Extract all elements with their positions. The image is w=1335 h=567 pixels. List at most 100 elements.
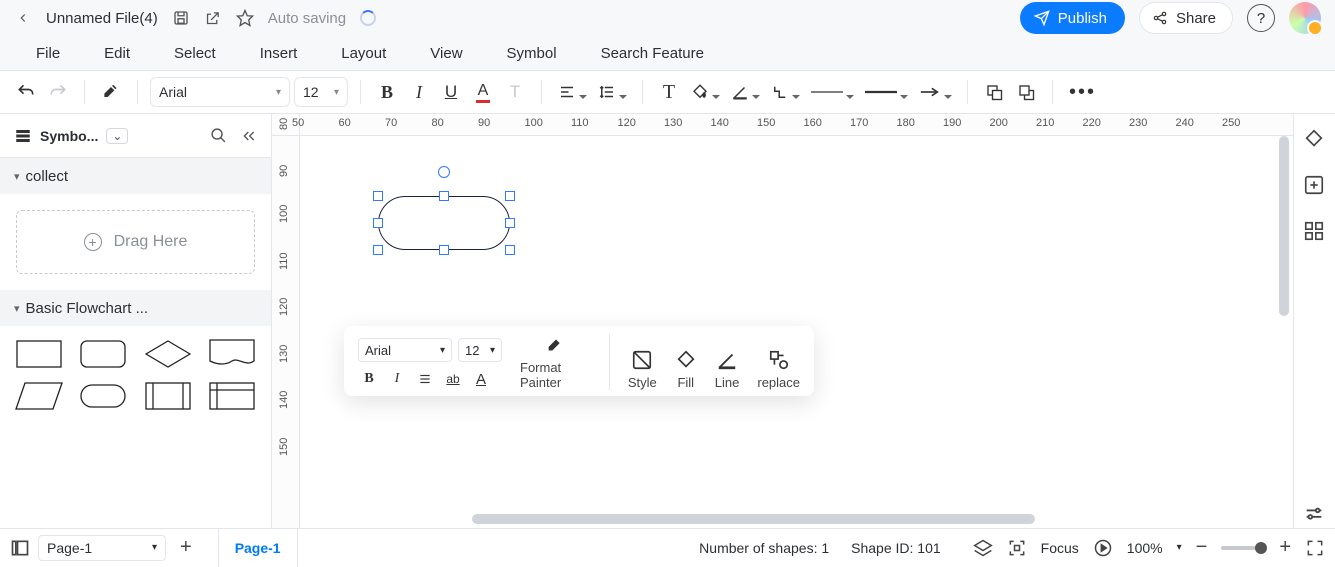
page-tab[interactable]: Page-1	[218, 529, 298, 567]
shape-data[interactable]	[12, 380, 66, 412]
bold-button[interactable]: B	[373, 77, 401, 107]
rotate-handle[interactable]	[438, 166, 450, 178]
resize-handle-nw[interactable]	[373, 191, 383, 201]
float-style[interactable]: Style	[628, 349, 657, 390]
menu-file[interactable]: File	[36, 45, 60, 62]
selected-shape[interactable]	[378, 196, 510, 250]
zoom-out-button[interactable]: −	[1196, 536, 1208, 559]
float-fill[interactable]: Fill	[675, 349, 697, 390]
float-italic-button[interactable]: I	[386, 368, 408, 390]
zoom-slider[interactable]	[1221, 546, 1265, 550]
text-button[interactable]: T	[655, 77, 683, 107]
vertical-ruler[interactable]: 8090100110120130140150	[272, 136, 300, 528]
line-color-button[interactable]	[727, 77, 763, 107]
grid-panel-icon[interactable]	[1303, 220, 1327, 244]
add-page-button[interactable]: +	[174, 536, 198, 559]
shape-rounded-rect[interactable]	[76, 338, 130, 370]
resize-handle-n[interactable]	[439, 191, 449, 201]
align-button[interactable]	[554, 77, 590, 107]
redo-button[interactable]	[44, 77, 72, 107]
section-basic-flowchart[interactable]: ▾Basic Flowchart ...	[0, 290, 271, 326]
file-name[interactable]: Unnamed File(4)	[46, 10, 158, 27]
shape-document[interactable]	[205, 338, 259, 370]
format-painter-button[interactable]	[97, 77, 125, 107]
help-button[interactable]: ?	[1247, 4, 1275, 32]
shape-terminator[interactable]	[76, 380, 130, 412]
back-icon[interactable]	[14, 9, 32, 27]
page-select[interactable]: Page-1 ▾	[38, 535, 166, 561]
menu-symbol[interactable]: Symbol	[507, 45, 557, 62]
layer-front-button[interactable]	[980, 77, 1008, 107]
menu-select[interactable]: Select	[174, 45, 216, 62]
menu-layout[interactable]: Layout	[341, 45, 386, 62]
float-size-select[interactable]: 12▾	[458, 338, 502, 362]
section-collect[interactable]: ▾collect	[0, 158, 271, 194]
more-button[interactable]: •••	[1065, 77, 1100, 107]
float-font-color-button[interactable]: A	[470, 368, 492, 390]
settings-panel-icon[interactable]	[1303, 504, 1327, 528]
resize-handle-w[interactable]	[373, 218, 383, 228]
open-external-icon[interactable]	[204, 9, 222, 27]
float-format-painter[interactable]: Format Painter	[520, 334, 591, 390]
float-bold-button[interactable]: B	[358, 368, 380, 390]
resize-handle-ne[interactable]	[505, 191, 515, 201]
fill-button[interactable]	[687, 77, 723, 107]
drag-here-zone[interactable]: + Drag Here	[16, 210, 255, 274]
font-color-button[interactable]: A	[469, 77, 497, 107]
zoom-label[interactable]: 100%	[1127, 540, 1163, 556]
insert-panel-icon[interactable]	[1303, 174, 1327, 198]
underline-button[interactable]: U	[437, 77, 465, 107]
menu-insert[interactable]: Insert	[260, 45, 298, 62]
undo-button[interactable]	[12, 77, 40, 107]
search-icon[interactable]	[210, 127, 227, 144]
page-select-value: Page-1	[47, 540, 92, 556]
resize-handle-s[interactable]	[439, 245, 449, 255]
resize-handle-sw[interactable]	[373, 245, 383, 255]
menu-view[interactable]: View	[430, 45, 462, 62]
line-spacing-button[interactable]	[594, 77, 630, 107]
resize-handle-e[interactable]	[505, 218, 515, 228]
font-size-select[interactable]: 12 ▾	[294, 77, 348, 107]
menu-edit[interactable]: Edit	[104, 45, 130, 62]
fill-panel-icon[interactable]	[1303, 128, 1327, 152]
divider	[1052, 80, 1053, 104]
menu-search-feature[interactable]: Search Feature	[601, 45, 704, 62]
vertical-scrollbar[interactable]	[1279, 136, 1289, 316]
outline-icon[interactable]	[10, 538, 30, 558]
float-ab-button[interactable]: ab	[442, 368, 464, 390]
fullscreen-icon[interactable]	[1305, 538, 1325, 558]
shape-rectangle[interactable]	[12, 338, 66, 370]
avatar[interactable]	[1289, 2, 1321, 34]
float-align-button[interactable]	[414, 368, 436, 390]
shape-decision[interactable]	[141, 338, 195, 370]
canvas[interactable]: Arial▾ 12▾ B I ab	[300, 136, 1293, 528]
layer-back-button[interactable]	[1012, 77, 1040, 107]
presentation-icon[interactable]	[1093, 538, 1113, 558]
zoom-in-button[interactable]: +	[1279, 536, 1291, 559]
shape-terminator-body[interactable]	[378, 196, 510, 250]
font-select[interactable]: Arial ▾	[150, 77, 290, 107]
layers-icon[interactable]	[973, 538, 993, 558]
connector-button[interactable]	[767, 77, 803, 107]
italic-button[interactable]: I	[405, 77, 433, 107]
horizontal-ruler[interactable]: 5060708090100110120130140150160170180190…	[300, 114, 1293, 136]
shape-internal-storage[interactable]	[205, 380, 259, 412]
clear-format-button[interactable]: T	[501, 77, 529, 107]
focus-select-icon[interactable]	[1007, 538, 1027, 558]
float-line[interactable]: Line	[715, 349, 740, 390]
line-style-button[interactable]	[807, 77, 857, 107]
arrow-style-button[interactable]	[915, 77, 955, 107]
resize-handle-se[interactable]	[505, 245, 515, 255]
shape-predefined[interactable]	[141, 380, 195, 412]
line-weight-button[interactable]	[861, 77, 911, 107]
float-replace[interactable]: replace	[757, 349, 800, 390]
horizontal-scrollbar[interactable]	[472, 514, 1035, 524]
share-button[interactable]: Share	[1139, 2, 1233, 34]
float-font-select[interactable]: Arial▾	[358, 338, 452, 362]
save-icon[interactable]	[172, 9, 190, 27]
collapse-sidebar-icon[interactable]	[241, 128, 257, 144]
focus-label[interactable]: Focus	[1041, 540, 1079, 556]
star-icon[interactable]	[236, 9, 254, 27]
expand-icon[interactable]: ⌄	[106, 128, 128, 144]
publish-button[interactable]: Publish	[1020, 2, 1125, 34]
